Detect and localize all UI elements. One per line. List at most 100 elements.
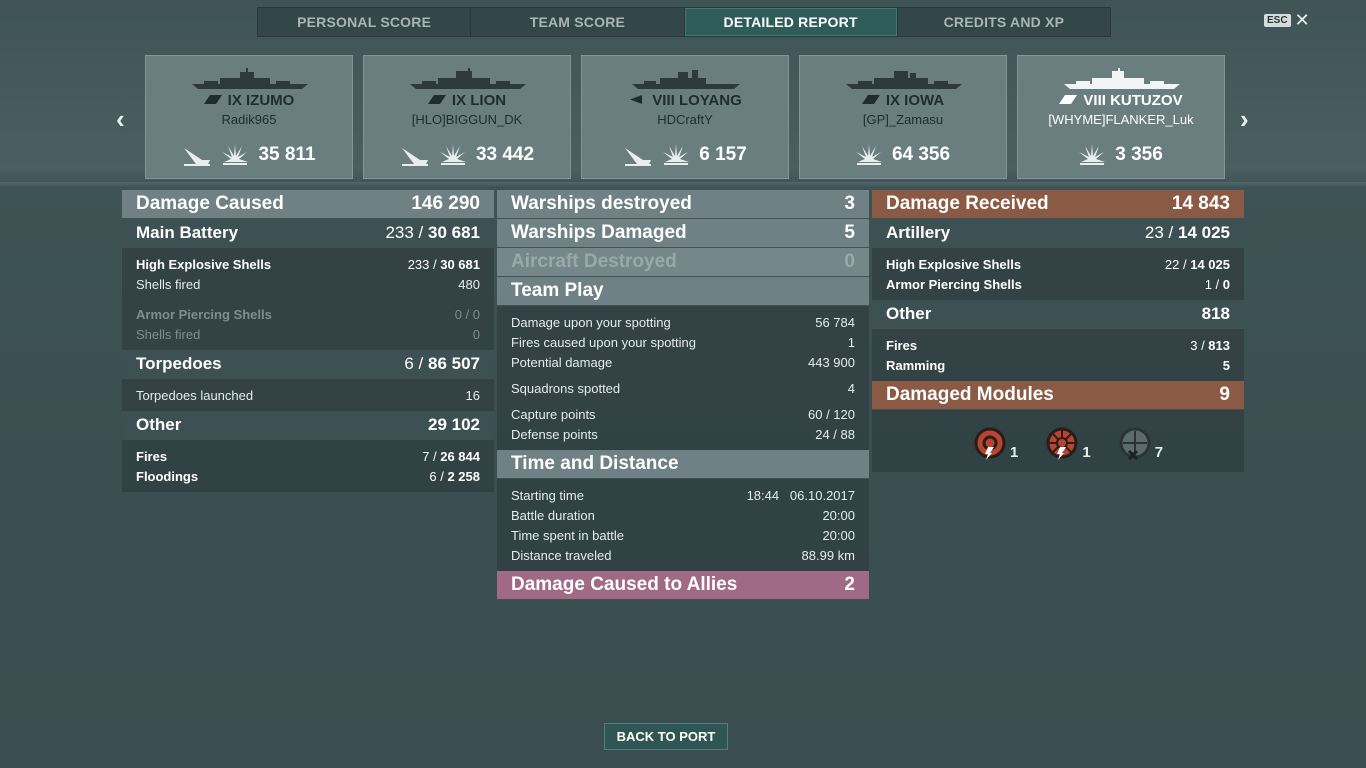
- player-name: [GP]_Zamasu: [862, 112, 944, 127]
- damaged-modules-header: Damaged Modules 9: [872, 381, 1244, 410]
- other-damage-details: Fires 7 / 26 844 Floodings 6 / 2 258: [122, 440, 494, 492]
- player-name: [HLO]BIGGUN_DK: [411, 112, 523, 127]
- destroyed-ships-carousel: IX IZUMO Radik965 35 811 IX LION [HLO]BI…: [145, 55, 1225, 179]
- ship-class-icon: [203, 95, 222, 104]
- team-play-row: Capture points 60 / 120: [511, 406, 855, 422]
- ap-shells-fired-row: Shells fired 0: [136, 326, 480, 342]
- ship-card[interactable]: IX LION [HLO]BIGGUN_DK 33 442: [363, 55, 571, 179]
- damage-caused-panel: Damage Caused 146 290 Main Battery 233 /…: [122, 190, 494, 492]
- tab-personal-score[interactable]: PERSONAL SCORE: [258, 8, 472, 36]
- damage-value: 64 356: [891, 144, 951, 165]
- ship-silhouette-icon: [632, 70, 740, 89]
- aircraft-destroyed-header: Aircraft Destroyed 0: [497, 248, 869, 277]
- ship-name: IX IZUMO: [227, 92, 295, 109]
- floodings-row: Floodings 6 / 2 258: [136, 468, 480, 484]
- damage-burst-icon: [1079, 144, 1106, 165]
- team-play-row: Damage upon your spotting 56 784: [511, 314, 855, 330]
- damage-caused-header: Damage Caused 146 290: [122, 190, 494, 219]
- close-icon[interactable]: ✕: [1295, 11, 1310, 29]
- time-row: Battle duration 20:00: [511, 507, 855, 523]
- damage-received-panel: Damage Received 14 843 Artillery 23 / 14…: [872, 190, 1244, 472]
- ap-shells-row: Armor Piercing Shells 0 / 0: [136, 306, 480, 322]
- horizon: [0, 182, 1366, 188]
- player-name: Radik965: [221, 112, 277, 127]
- other-received-header: Other 818: [872, 300, 1244, 329]
- damage-burst-icon: [663, 144, 690, 165]
- damage-value: 6 157: [699, 144, 747, 165]
- artillery-header: Artillery 23 / 14 025: [872, 219, 1244, 248]
- ship-name: IX IOWA: [885, 92, 945, 109]
- ship-card[interactable]: IX IZUMO Radik965 35 811: [145, 55, 353, 179]
- time-distance-details: Starting time 18:44 06.10.2017 Battle dur…: [497, 479, 869, 571]
- he-shells-row: High Explosive Shells 233 / 30 681: [136, 256, 480, 272]
- ship-silhouette-icon: [192, 68, 308, 89]
- main-battery-header: Main Battery 233 / 30 681: [122, 219, 494, 248]
- module-item: 1: [972, 425, 1018, 461]
- he-received-row: High Explosive Shells 22 / 14 025: [886, 256, 1230, 272]
- ship-class-icon: [427, 95, 446, 104]
- module-item: 1: [1044, 425, 1091, 461]
- damage-value: 3 356: [1115, 144, 1163, 165]
- player-name: [WHYME]FLANKER_Luk: [1048, 112, 1194, 127]
- damage-received-header: Damage Received 14 843: [872, 190, 1244, 219]
- artillery-details: High Explosive Shells 22 / 14 025 Armor …: [872, 248, 1244, 300]
- steering-damaged-icon: [1046, 427, 1078, 460]
- sunk-ship-icon: [184, 148, 211, 166]
- ap-received-row: Armor Piercing Shells 1 / 0: [886, 276, 1230, 292]
- esc-key-label: ESC: [1264, 13, 1291, 27]
- ship-card[interactable]: VIII LOYANG HDCraftY 6 157: [581, 55, 789, 179]
- ship-silhouette-icon: [1064, 68, 1180, 89]
- ramming-row: Ramming 5: [886, 357, 1230, 373]
- damage-value: 33 442: [475, 144, 535, 165]
- ship-card[interactable]: VIII KUTUZOV [WHYME]FLANKER_Luk 3 356: [1017, 55, 1225, 179]
- main-battery-details: High Explosive Shells 233 / 30 681 Shell…: [122, 248, 494, 350]
- esc-close-button[interactable]: ESC ✕: [1264, 11, 1310, 29]
- he-shells-fired-row: Shells fired 480: [136, 276, 480, 292]
- team-play-row: Fires caused upon your spotting 1: [511, 334, 855, 350]
- ship-class-icon: [861, 95, 880, 104]
- team-play-details: Damage upon your spotting 56 784 Fires ca…: [497, 306, 869, 450]
- module-item: 7: [1117, 425, 1163, 461]
- damage-value: 35 811: [258, 144, 316, 165]
- damage-burst-icon: [439, 144, 466, 165]
- engine-damaged-icon: [974, 427, 1006, 460]
- ship-silhouette-icon: [410, 68, 526, 89]
- ship-name: VIII KUTUZOV: [1083, 92, 1183, 109]
- next-arrow-icon[interactable]: ›: [1240, 104, 1249, 135]
- sunk-ship-icon: [401, 148, 428, 166]
- time-row: Time spent in battle 20:00: [511, 527, 855, 543]
- ship-class-icon: [630, 95, 643, 104]
- team-play-row: Potential damage 443 900: [511, 354, 855, 370]
- damage-to-allies-header: Damage Caused to Allies 2: [497, 571, 869, 600]
- torpedoes-header: Torpedoes 6 / 86 507: [122, 350, 494, 379]
- warships-destroyed-header: Warships destroyed 3: [497, 190, 869, 219]
- ship-class-icon: [1059, 95, 1078, 104]
- ship-card[interactable]: IX IOWA [GP]_Zamasu 64 356: [799, 55, 1007, 179]
- player-name: HDCraftY: [657, 112, 713, 127]
- time-row: Distance traveled 88.99 km: [511, 547, 855, 563]
- damage-burst-icon: [855, 144, 882, 165]
- team-play-header: Team Play: [497, 277, 869, 306]
- warships-damaged-header: Warships Damaged 5: [497, 219, 869, 248]
- tab-detailed-report[interactable]: DETAILED REPORT: [684, 8, 898, 36]
- fires-row: Fires 7 / 26 844: [136, 448, 480, 464]
- sunk-ship-icon: [625, 148, 652, 166]
- team-play-row: Defense points 24 / 88: [511, 426, 855, 442]
- ship-name: IX LION: [451, 92, 507, 109]
- other-received-details: Fires 3 / 813 Ramming 5: [872, 329, 1244, 381]
- torpedoes-launched-row: Torpedoes launched 16: [136, 387, 480, 403]
- report-tabs: PERSONAL SCORE TEAM SCORE DETAILED REPOR…: [257, 7, 1111, 37]
- back-to-port-button[interactable]: BACK TO PORT: [604, 723, 728, 750]
- tab-team-score[interactable]: TEAM SCORE: [471, 8, 685, 36]
- battle-summary-panel: Warships destroyed 3 Warships Damaged 5 …: [497, 190, 869, 600]
- fires-received-row: Fires 3 / 813: [886, 337, 1230, 353]
- turret-destroyed-icon: [1119, 427, 1151, 461]
- team-play-row: Squadrons spotted 4: [511, 380, 855, 396]
- other-damage-header: Other 29 102: [122, 411, 494, 440]
- damage-burst-icon: [222, 144, 249, 165]
- damaged-modules-list: 1 1 7: [872, 410, 1244, 472]
- ship-silhouette-icon: [846, 71, 962, 89]
- previous-arrow-icon[interactable]: ‹: [116, 104, 125, 135]
- time-distance-header: Time and Distance: [497, 450, 869, 479]
- tab-credits-and-xp[interactable]: CREDITS AND XP: [898, 8, 1110, 36]
